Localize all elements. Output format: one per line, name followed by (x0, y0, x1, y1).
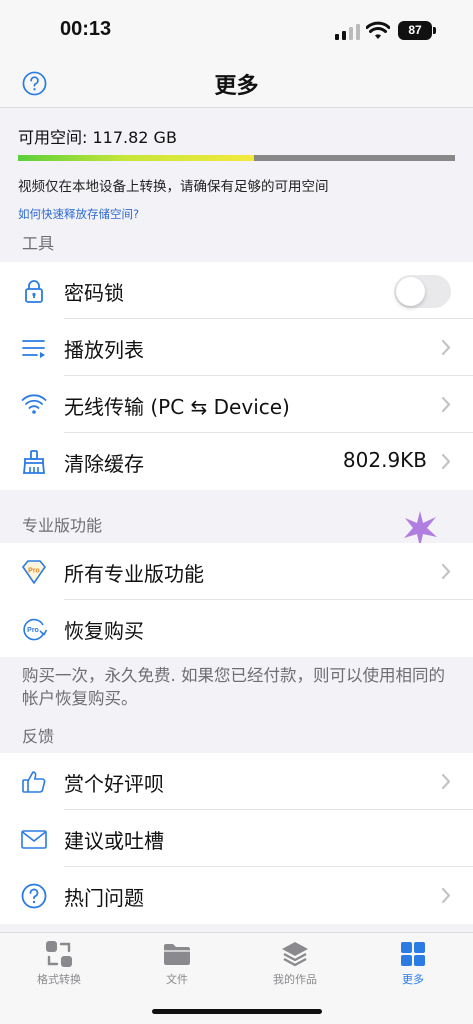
playlist-icon (22, 340, 45, 358)
chevron-right-icon (441, 773, 451, 790)
svg-text:Pro: Pro (28, 568, 40, 575)
layers-icon (282, 942, 308, 967)
suggestions-label: 建议或吐槽 (64, 829, 164, 853)
pro-diamond-icon: Pro (21, 560, 47, 585)
all-pro-features-label: 所有专业版功能 (64, 562, 204, 586)
cache-size-value: 802.9KB (342, 448, 427, 472)
clear-cache-label: 清除缓存 (64, 452, 144, 476)
broom-icon (23, 450, 45, 474)
faq-label: 热门问题 (64, 886, 144, 910)
pro-group: Pro 所有专业版功能 Pro 恢复购买 (0, 543, 473, 657)
chevron-right-icon (441, 396, 451, 413)
question-icon (21, 883, 47, 909)
tools-group: 密码锁 播放列表 无线传输 (PC ⇆ Device) 清除缓存 802.9KB (0, 262, 473, 490)
rate-app-row[interactable]: 赏个好评呗 (0, 753, 473, 810)
svg-text:Pro: Pro (27, 627, 39, 634)
free-space-link[interactable]: 如何快速释放存储空间? (18, 206, 139, 222)
battery-icon: 87 (398, 21, 432, 40)
status-bar: 00:13 87 (0, 0, 473, 60)
tab-label: 格式转换 (37, 973, 81, 986)
restore-purchase-row[interactable]: Pro 恢复购买 (0, 600, 473, 657)
toggle-knob (396, 277, 425, 306)
passcode-lock-toggle[interactable] (394, 275, 451, 308)
purchase-note: 购买一次，永久免费. 如果您已经付款，则可以使用相同的帐户恢复购买。 (22, 666, 445, 708)
page-title: 更多 (214, 74, 259, 99)
feedback-group: 赏个好评呗 建议或吐槽 热门问题 (0, 753, 473, 924)
faq-row[interactable]: 热门问题 (0, 867, 473, 924)
chevron-right-icon (441, 563, 451, 580)
restore-pro-icon: Pro (23, 618, 48, 641)
section-header-pro: 专业版功能 (22, 516, 103, 535)
storage-bar-fill (18, 155, 254, 161)
envelope-icon (21, 830, 47, 849)
all-pro-features-row[interactable]: Pro 所有专业版功能 (0, 543, 473, 600)
cellular-signal-icon (335, 24, 360, 40)
status-time: 00:13 (60, 18, 112, 40)
folder-icon (164, 944, 190, 965)
tab-files[interactable]: 文件 (132, 939, 222, 987)
tab-label: 更多 (402, 973, 424, 986)
clear-cache-row[interactable]: 清除缓存 802.9KB (0, 433, 473, 490)
storage-note: 视频仅在本地设备上转换，请确保有足够的可用空间 (18, 179, 329, 195)
battery-tip (433, 27, 436, 34)
storage-label: 可用空间: 117.82 GB (18, 128, 177, 147)
chevron-right-icon (441, 339, 451, 356)
tab-label: 文件 (166, 973, 188, 986)
thumbs-up-icon (22, 771, 46, 793)
tab-more[interactable]: 更多 (368, 939, 458, 987)
wifi-transfer-icon (21, 394, 47, 414)
home-indicator (152, 1009, 322, 1014)
section-header-feedback: 反馈 (22, 727, 55, 746)
chevron-right-icon (441, 453, 451, 470)
tab-label: 我的作品 (273, 973, 317, 986)
passcode-lock-row: 密码锁 (0, 262, 473, 319)
rate-app-label: 赏个好评呗 (64, 772, 164, 796)
restore-purchase-label: 恢复购买 (64, 619, 144, 643)
chevron-right-icon (441, 887, 451, 904)
wireless-transfer-row[interactable]: 无线传输 (PC ⇆ Device) (0, 376, 473, 433)
passcode-lock-label: 密码锁 (64, 281, 124, 305)
tab-convert[interactable]: 格式转换 (14, 939, 104, 987)
tab-my-works[interactable]: 我的作品 (250, 939, 340, 987)
suggestions-row[interactable]: 建议或吐槽 (0, 810, 473, 867)
section-header-tools: 工具 (22, 234, 55, 253)
storage-panel: 可用空间: 117.82 GB 视频仅在本地设备上转换，请确保有足够的可用空间 … (0, 109, 473, 233)
wireless-transfer-label: 无线传输 (PC ⇆ Device) (64, 395, 290, 419)
playlist-row[interactable]: 播放列表 (0, 319, 473, 376)
playlist-label: 播放列表 (64, 338, 144, 362)
wifi-icon (366, 21, 390, 39)
grid-icon (401, 942, 425, 966)
storage-bar (18, 155, 455, 161)
convert-icon (46, 941, 72, 967)
lock-icon (25, 280, 43, 303)
nav-bar: 更多 (0, 60, 473, 108)
